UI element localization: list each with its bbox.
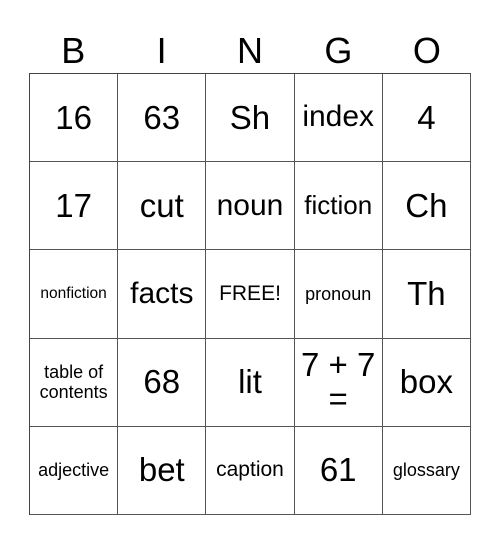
bingo-cell[interactable]: glossary (382, 426, 471, 515)
bingo-cell[interactable]: 68 (118, 338, 207, 427)
bingo-cell[interactable]: caption (206, 426, 295, 515)
bingo-cell[interactable]: bet (118, 426, 207, 515)
bingo-cell[interactable]: 4 (382, 74, 471, 163)
header-letter-o: O (412, 30, 441, 71)
bingo-cell[interactable]: fiction (294, 162, 383, 251)
bingo-header: B I N G O (29, 28, 471, 73)
bingo-cell[interactable]: box (382, 338, 471, 427)
bingo-cell[interactable]: noun (206, 162, 295, 251)
bingo-cell[interactable]: 17 (30, 162, 119, 251)
bingo-cell[interactable]: index (294, 74, 383, 163)
bingo-cell[interactable]: 61 (294, 426, 383, 515)
bingo-cell[interactable]: table of contents (30, 338, 119, 427)
bingo-cell[interactable]: Sh (206, 74, 295, 163)
bingo-cell[interactable]: nonfiction (30, 250, 119, 339)
header-letter-g: G (324, 30, 353, 71)
bingo-card-grid: 16 63 Sh index 4 17 cut noun fiction Ch … (29, 73, 471, 515)
free-space-cell[interactable]: FREE! (206, 250, 295, 339)
bingo-cell[interactable]: 7 + 7 = (294, 338, 383, 427)
bingo-cell[interactable]: pronoun (294, 250, 383, 339)
bingo-cell[interactable]: cut (118, 162, 207, 251)
bingo-cell[interactable]: adjective (30, 426, 119, 515)
header-letter-b: B (61, 30, 86, 71)
bingo-cell[interactable]: 63 (118, 74, 207, 163)
bingo-cell[interactable]: 16 (30, 74, 119, 163)
bingo-cell[interactable]: Ch (382, 162, 471, 251)
bingo-cell[interactable]: Th (382, 250, 471, 339)
header-letter-i: I (156, 30, 167, 71)
bingo-cell[interactable]: lit (206, 338, 295, 427)
header-letter-n: N (237, 30, 264, 71)
bingo-cell[interactable]: facts (118, 250, 207, 339)
